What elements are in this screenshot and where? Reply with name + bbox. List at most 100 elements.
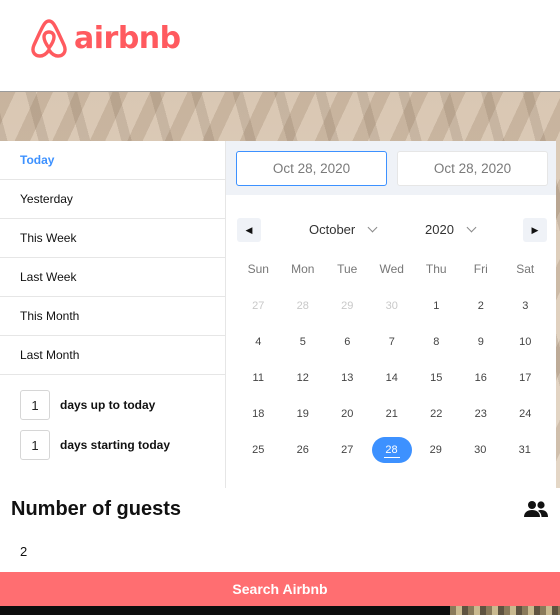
calendar-day[interactable]: 30	[370, 293, 415, 319]
calendar-day-number: 26	[296, 444, 309, 456]
calendar-day-number: 28	[385, 444, 398, 456]
calendar-day[interactable]: 17	[503, 365, 548, 391]
calendar-day[interactable]: 11	[236, 365, 281, 391]
calendar-week-row: 11 12 13 14 15 16 17	[236, 360, 548, 396]
calendar-day[interactable]: 2	[459, 293, 504, 319]
calendar-day[interactable]: 27	[236, 293, 281, 319]
days-up-input[interactable]: 1	[20, 390, 50, 420]
range-last-week[interactable]: Last Week	[0, 258, 225, 297]
calendar-day[interactable]: 19	[281, 401, 326, 427]
calendar-day[interactable]: 27	[325, 437, 370, 463]
calendar-day[interactable]: 26	[281, 437, 326, 463]
weekday-header: Sun Mon Tue Wed Thu Fri Sat	[236, 262, 548, 280]
calendar-day-number: 25	[252, 444, 265, 456]
guests-input[interactable]: 2	[20, 544, 27, 559]
calendar: Oct 28, 2020 Oct 28, 2020 ◀ October 2020…	[226, 141, 556, 488]
calendar-day[interactable]: 13	[325, 365, 370, 391]
calendar-day[interactable]: 6	[325, 329, 370, 355]
calendar-day-number: 21	[385, 408, 398, 420]
calendar-day-number: 23	[474, 408, 487, 420]
calendar-day-number: 9	[477, 336, 484, 348]
year-select[interactable]: 2020	[425, 222, 477, 237]
calendar-day-number: 18	[252, 408, 265, 420]
weekday-label: Fri	[473, 262, 488, 276]
start-date-input[interactable]: Oct 28, 2020	[236, 151, 387, 186]
calendar-day[interactable]: 21	[370, 401, 415, 427]
calendar-day-number: 22	[430, 408, 443, 420]
guests-title: Number of guests	[11, 498, 182, 520]
month-select[interactable]: October	[309, 222, 378, 237]
calendar-day-number: 17	[519, 372, 532, 384]
brand-name: airbnb	[74, 20, 181, 56]
calendar-day[interactable]: 5	[281, 329, 326, 355]
airbnb-logo[interactable]: airbnb	[30, 18, 181, 58]
calendar-day[interactable]: 15	[414, 365, 459, 391]
calendar-day[interactable]: 23	[459, 401, 504, 427]
date-range-picker: Today Yesterday This Week Last Week This…	[0, 141, 556, 488]
airbnb-belo-icon	[31, 19, 67, 58]
calendar-day[interactable]: 20	[325, 401, 370, 427]
calendar-day[interactable]: 28	[281, 293, 326, 319]
calendar-day-number: 29	[429, 444, 442, 456]
end-date-input[interactable]: Oct 28, 2020	[397, 151, 548, 186]
range-this-week[interactable]: This Week	[0, 219, 225, 258]
calendar-day-number: 16	[474, 372, 487, 384]
range-last-month[interactable]: Last Month	[0, 336, 225, 375]
weekday-label: Sat	[516, 262, 535, 276]
calendar-day-number: 27	[341, 444, 354, 456]
calendar-day-number: 8	[433, 336, 440, 348]
calendar-day[interactable]: 10	[503, 329, 548, 355]
calendar-day-number: 19	[296, 408, 309, 420]
calendar-day[interactable]: 4	[236, 329, 281, 355]
search-button[interactable]: Search Airbnb	[0, 572, 560, 606]
calendar-day[interactable]: 24	[503, 401, 548, 427]
range-today[interactable]: Today	[0, 141, 225, 180]
range-this-month[interactable]: This Month	[0, 297, 225, 336]
calendar-day[interactable]: 16	[459, 365, 504, 391]
next-month-button[interactable]: ▶	[523, 218, 547, 242]
range-yesterday[interactable]: Yesterday	[0, 180, 225, 219]
calendar-day-number: 2	[477, 300, 484, 312]
calendar-day[interactable]: 22	[414, 401, 459, 427]
people-icon	[524, 501, 548, 517]
calendar-day-number: 1	[433, 300, 440, 312]
calendar-day[interactable]: 8	[414, 329, 459, 355]
calendar-day-number: 29	[341, 300, 354, 312]
weekday-label: Tue	[337, 262, 358, 276]
header: airbnb	[0, 0, 560, 91]
calendar-day[interactable]: 18	[236, 401, 281, 427]
caret-left-icon: ◀	[245, 224, 253, 235]
calendar-day[interactable]: 29	[414, 437, 459, 463]
calendar-day-number: 5	[299, 336, 306, 348]
days-up-to-today-row: 1 days up to today	[20, 390, 155, 420]
calendar-day[interactable]: 14	[370, 365, 415, 391]
weekday-label: Wed	[379, 262, 404, 276]
days-up-label: days up to today	[60, 398, 156, 412]
calendar-day-number: 30	[474, 444, 487, 456]
days-start-input[interactable]: 1	[20, 430, 50, 460]
calendar-day[interactable]: 9	[459, 329, 504, 355]
calendar-day[interactable]: 30	[458, 437, 503, 463]
calendar-day[interactable]: 1	[414, 293, 459, 319]
guests-section: Number of guests 2	[0, 488, 560, 572]
calendar-day-number: 10	[519, 336, 532, 348]
calendar-day-number: 24	[519, 408, 532, 420]
prev-month-button[interactable]: ◀	[237, 218, 261, 242]
calendar-day-selected[interactable]: 28	[371, 437, 412, 463]
calendar-day[interactable]: 31	[503, 437, 548, 463]
calendar-day-number: 15	[430, 372, 443, 384]
calendar-day-number: 20	[341, 408, 354, 420]
chevron-down-icon	[367, 222, 378, 232]
calendar-day[interactable]: 7	[370, 329, 415, 355]
date-inputs-bar: Oct 28, 2020 Oct 28, 2020	[226, 141, 556, 195]
calendar-day-number: 6	[344, 336, 351, 348]
days-start-label: days starting today	[60, 438, 171, 452]
calendar-day[interactable]: 3	[503, 293, 548, 319]
calendar-day[interactable]: 12	[281, 365, 326, 391]
chevron-down-icon	[466, 222, 477, 232]
calendar-day[interactable]: 25	[236, 437, 281, 463]
calendar-day-number: 14	[385, 372, 398, 384]
calendar-day[interactable]: 29	[325, 293, 370, 319]
caret-right-icon: ▶	[531, 224, 539, 235]
calendar-day-number: 7	[388, 336, 395, 348]
